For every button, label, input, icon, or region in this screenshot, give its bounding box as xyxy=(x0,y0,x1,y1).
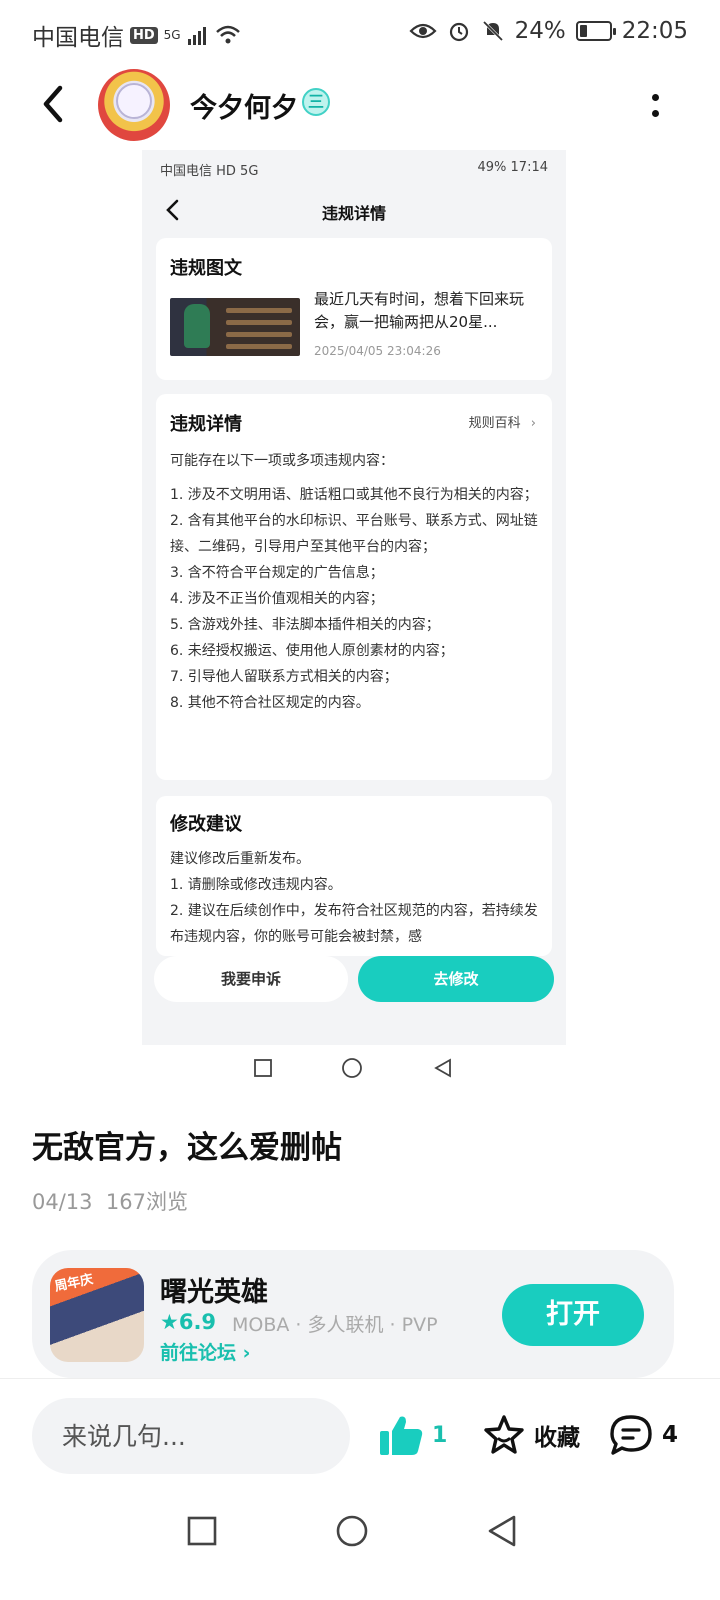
post-timestamp: 2025/04/05 23:04:26 xyxy=(314,344,441,358)
thumbnail-row xyxy=(226,332,292,337)
violation-item: 3. 含不符合平台规定的广告信息； xyxy=(170,565,384,581)
screenshot-status-right: 49% 17:14 xyxy=(477,160,549,175)
battery-percent: 24% xyxy=(514,18,566,44)
triangle-nav-icon xyxy=(434,1058,451,1078)
thumbnail-row xyxy=(226,308,292,313)
screenshot-status-left: 中国电信 HD 5G xyxy=(160,164,259,179)
wifi-icon xyxy=(215,25,240,44)
suggestion-line: 1. 请删除或修改违规内容。 xyxy=(170,877,342,893)
chevron-left-icon xyxy=(43,85,63,123)
star-icon: ★ xyxy=(160,1310,179,1334)
eye-icon xyxy=(409,23,437,39)
comment-bubble-icon xyxy=(610,1415,652,1455)
more-options-button[interactable] xyxy=(648,88,664,124)
clock: 22:05 xyxy=(621,18,688,44)
status-bar: 中国电信 HD 5G 24% 22:05 xyxy=(0,0,720,66)
screenshot-nav: 违规详情 xyxy=(142,190,566,230)
suggestion-card: 修改建议 建议修改后重新发布。 1. 请删除或修改违规内容。 2. 建议在后续创… xyxy=(156,796,552,956)
suggestion-line: 建议修改后重新发布。 xyxy=(170,851,310,867)
violation-item: 2. 含有其他平台的水印标识、平台账号、联系方式、网址链接、二维码，引导用户至其… xyxy=(170,513,538,555)
post-date: 04/13 xyxy=(32,1190,93,1214)
forum-link-label: 前往论坛 xyxy=(160,1342,237,1364)
violation-item: 6. 未经授权搬运、使用他人原创素材的内容； xyxy=(170,643,454,659)
verified-badge: 三 xyxy=(302,88,330,116)
violation-list: 1. 涉及不文明用语、脏话粗口或其他不良行为相关的内容； 2. 含有其他平台的水… xyxy=(170,482,540,716)
rules-wiki-label: 规则百科 xyxy=(468,416,521,431)
forum-link[interactable]: 前往论坛 › xyxy=(160,1338,250,1365)
username[interactable]: 今夕何夕 xyxy=(190,86,298,125)
open-game-button[interactable]: 打开 xyxy=(502,1284,644,1346)
screenshot-status-bar: 中国电信 HD 5G 49% 17:14 xyxy=(142,150,566,186)
avatar[interactable] xyxy=(98,69,170,141)
suggestion-body: 建议修改后重新发布。 1. 请删除或修改违规内容。 2. 建议在后续创作中，发布… xyxy=(170,846,540,950)
carrier-label: 中国电信 xyxy=(32,25,124,51)
comment-input[interactable] xyxy=(32,1398,350,1474)
violation-intro: 可能存在以下一项或多项违规内容： xyxy=(170,453,394,469)
violation-item: 8. 其他不符合社区规定的内容。 xyxy=(170,695,370,711)
screenshot-system-nav xyxy=(254,1058,451,1078)
violation-item: 7. 引导他人留联系方式相关的内容； xyxy=(170,669,398,685)
home-icon[interactable] xyxy=(336,1515,368,1547)
violation-detail-heading: 违规详情 xyxy=(170,414,242,435)
battery-icon xyxy=(575,21,616,41)
like-button[interactable]: 1 xyxy=(378,1410,447,1460)
network-type: 5G xyxy=(163,28,181,42)
thumbnail-hero xyxy=(184,304,210,348)
hd-badge: HD xyxy=(130,26,158,44)
mute-icon xyxy=(482,20,503,42)
attached-screenshot[interactable]: 中国电信 HD 5G 49% 17:14 违规详情 违规图文 最近几天有时间，想… xyxy=(142,150,566,1045)
comments-button[interactable]: 4 xyxy=(608,1410,678,1460)
post-excerpt: 最近几天有时间，想着下回来玩会，赢一把输两把从20星... xyxy=(314,290,525,331)
post-meta: 04/13 167浏览 xyxy=(32,1186,188,1216)
system-nav-bar xyxy=(187,1515,516,1547)
bottom-divider xyxy=(0,1378,720,1379)
rating-value: 6.9 xyxy=(178,1310,217,1334)
signal-icon xyxy=(187,27,206,45)
screenshot-fix-button: 去修改 xyxy=(358,956,554,1002)
violation-item: 5. 含游戏外挂、非法脚本插件相关的内容； xyxy=(170,617,440,633)
game-tags: MOBA · 多人联机 · PVP xyxy=(232,1314,438,1336)
suggestion-line: 2. 建议在后续创作中，发布符合社区规范的内容，若持续发布违规内容，你的账号可能… xyxy=(170,903,538,945)
favorite-button[interactable]: 收藏 xyxy=(482,1410,580,1460)
chevron-right-icon: › xyxy=(242,1342,251,1364)
violation-item: 4. 涉及不正当价值观相关的内容； xyxy=(170,591,384,607)
status-left: 中国电信 HD 5G xyxy=(32,18,241,52)
comment-count: 4 xyxy=(662,1422,679,1448)
recent-apps-icon[interactable] xyxy=(187,1516,217,1546)
alarm-icon xyxy=(449,22,468,42)
violation-post-card: 违规图文 最近几天有时间，想着下回来玩会，赢一把输两把从20星... 2025/… xyxy=(156,238,552,380)
violation-detail-card: 违规详情 规则百科 › 可能存在以下一项或多项违规内容： 1. 涉及不文明用语、… xyxy=(156,394,552,780)
screenshot-appeal-button: 我要申诉 xyxy=(154,956,348,1002)
square-nav-icon xyxy=(254,1059,272,1077)
thumbs-up-icon xyxy=(380,1416,423,1455)
game-icon-badge: 周年庆 xyxy=(53,1272,95,1295)
more-dot-icon xyxy=(652,110,659,117)
game-icon: 周年庆 xyxy=(50,1268,144,1362)
star-outline-icon xyxy=(484,1415,524,1454)
battery-level xyxy=(579,25,587,37)
like-count: 1 xyxy=(432,1422,448,1448)
thumbnail-row xyxy=(226,320,292,325)
avatar-character xyxy=(116,83,152,119)
post-thumbnail xyxy=(170,298,300,356)
circle-nav-icon xyxy=(342,1058,362,1078)
favorite-label: 收藏 xyxy=(534,1425,580,1451)
suggestion-heading: 修改建议 xyxy=(170,814,242,835)
game-card[interactable]: 周年庆 曙光英雄 ★6.9 MOBA · 多人联机 · PVP 前往论坛 › 打… xyxy=(32,1250,674,1378)
header: 今夕何夕 三 xyxy=(0,66,720,146)
violation-post-heading: 违规图文 xyxy=(170,258,242,279)
back-button[interactable] xyxy=(34,82,78,126)
thumbnail-row xyxy=(226,344,292,349)
game-name: 曙光英雄 xyxy=(160,1277,268,1308)
status-right: 24% 22:05 xyxy=(409,18,688,44)
chevron-right-icon: › xyxy=(530,416,536,431)
rules-wiki-link: 规则百科 › xyxy=(469,412,536,431)
game-rating: ★6.9 xyxy=(160,1310,216,1334)
post-title: 无敌官方，这么爱删帖 xyxy=(32,1130,342,1166)
post-views: 167浏览 xyxy=(105,1190,188,1214)
nav-back-icon[interactable] xyxy=(488,1515,516,1547)
more-dot-icon xyxy=(652,94,659,101)
violation-item: 1. 涉及不文明用语、脏话粗口或其他不良行为相关的内容； xyxy=(170,487,538,503)
screenshot-title: 违规详情 xyxy=(321,204,386,223)
